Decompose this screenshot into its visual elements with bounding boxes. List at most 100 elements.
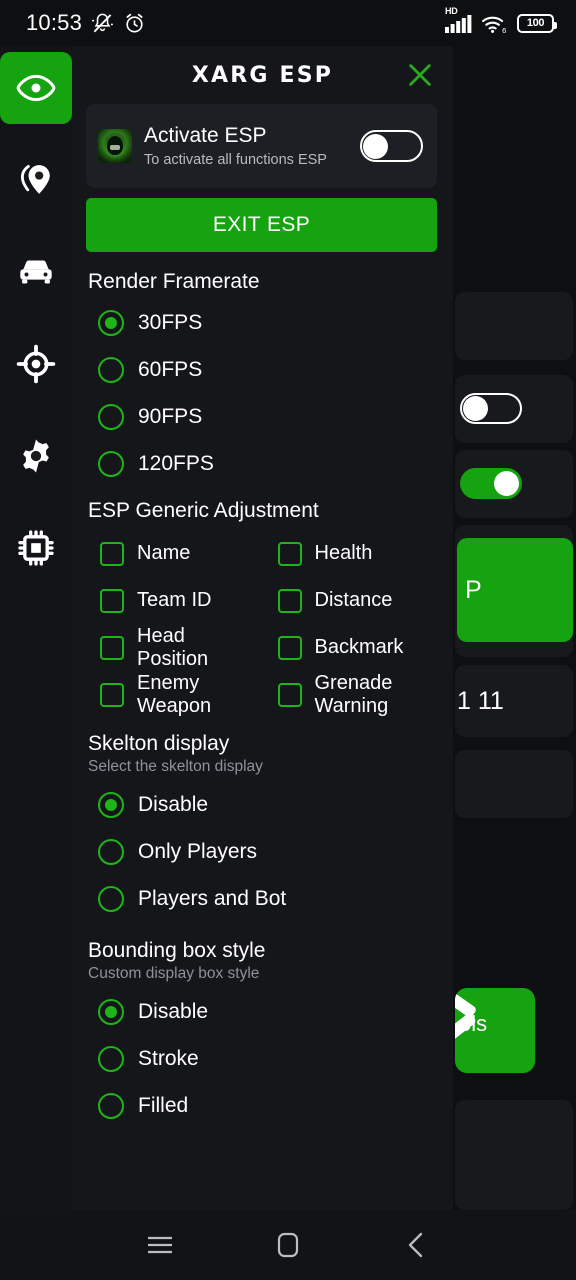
radio-label: Disable — [138, 792, 209, 816]
nav-home-button[interactable] — [224, 1210, 352, 1280]
alarm-clock-icon — [126, 13, 143, 33]
radio-option-skelton-only-players[interactable]: Only Players — [88, 828, 437, 875]
checkbox-icon — [277, 635, 302, 660]
cellular-signal-icon: HD — [445, 6, 472, 33]
radio-option-90fps[interactable]: 90FPS — [88, 393, 437, 440]
radio-option-60fps[interactable]: 60FPS — [88, 346, 437, 393]
checkbox-icon — [100, 635, 124, 660]
bg-green-button[interactable]: P — [457, 538, 573, 642]
checkbox-option-head-position[interactable]: Head Position — [88, 624, 260, 671]
radio-option-box-stroke[interactable]: Stroke — [88, 1035, 437, 1082]
checkbox-option-enemy-weapon[interactable]: Enemy Weapon — [88, 671, 260, 718]
crosshair-icon — [16, 344, 56, 384]
radio-option-box-disable[interactable]: Disable — [88, 988, 437, 1035]
radio-label: Only Players — [138, 839, 258, 863]
checkbox-option-team-id[interactable]: Team ID — [88, 577, 260, 624]
bg-toggle-on[interactable] — [460, 468, 522, 499]
checkbox-label: Name — [137, 542, 191, 564]
sidebar-item-system[interactable] — [0, 512, 72, 584]
close-button[interactable] — [403, 58, 437, 92]
radio-label: Filled — [138, 1093, 189, 1117]
game-app-icon — [98, 129, 132, 163]
esp-overlay-panel: XARG ESP Activate ESP To activate all fu… — [72, 46, 453, 1210]
nav-back-button[interactable] — [352, 1210, 480, 1280]
close-icon — [409, 64, 431, 86]
panel-body: Activate ESP To activate all functions E… — [72, 104, 453, 1129]
bg-card-6 — [455, 750, 573, 818]
bg-tools-button[interactable]: ols — [455, 988, 535, 1073]
radio-icon — [98, 885, 124, 912]
radio-option-skelton-players-and-bot[interactable]: Players and Bot — [88, 875, 437, 922]
radio-label: Players and Bot — [138, 886, 287, 910]
signal-bars-icon — [445, 14, 472, 33]
checkbox-label: Distance — [314, 589, 393, 611]
page-title: XARG ESP — [191, 62, 334, 88]
radio-icon — [98, 998, 124, 1025]
activate-esp-card[interactable]: Activate ESP To activate all functions E… — [86, 104, 437, 188]
phone-screen: P 1 11 ols 10:53 HD 6 100 XARG ESP Activ… — [0, 0, 576, 1280]
checkbox-label: Backmark — [314, 636, 404, 658]
section-subtitle: Select the skelton display — [88, 758, 263, 775]
activate-esp-subtitle: To activate all functions ESP — [144, 151, 327, 168]
checkbox-option-grenade-warning[interactable]: Grenade Warning — [266, 671, 438, 718]
sidebar-item-aim[interactable] — [0, 328, 72, 400]
wifi-6-icon: 6 — [481, 16, 506, 34]
radio-option-30fps[interactable]: 30FPS — [88, 299, 437, 346]
checkbox-icon — [277, 588, 302, 613]
checkbox-grid: Name Health Team ID Distance Head Positi… — [88, 530, 437, 718]
radio-group-skelton-display: Disable Only Players Players and Bot — [88, 781, 437, 922]
sidebar-item-location[interactable] — [0, 144, 72, 216]
car-icon — [20, 260, 52, 284]
radio-option-120fps[interactable]: 120FPS — [88, 440, 437, 487]
checkbox-label: Team ID — [137, 589, 212, 611]
radio-group-bounding-box-style: Disable Stroke Filled — [88, 988, 437, 1129]
radio-icon — [98, 450, 124, 477]
section-title: Render Framerate — [88, 270, 260, 293]
checkbox-label: Head Position — [137, 624, 209, 670]
panel-header: XARG ESP — [72, 46, 453, 104]
exit-esp-button[interactable]: EXIT ESP — [86, 198, 437, 252]
sidebar-item-settings[interactable] — [0, 420, 72, 492]
recents-icon — [148, 1236, 172, 1254]
mute-bell-icon — [92, 13, 113, 32]
checkbox-icon — [100, 682, 124, 707]
radio-group-render-framerate: 30FPS 60FPS 90FPS 120FPS — [88, 299, 437, 487]
status-time: 10:53 — [26, 10, 83, 35]
bg-row-text: 1 11 — [457, 687, 504, 715]
checkbox-option-distance[interactable]: Distance — [266, 577, 438, 624]
bg-card-3 — [455, 450, 573, 518]
checkbox-icon — [277, 682, 302, 707]
sidebar-item-vehicle[interactable] — [0, 236, 72, 308]
checkbox-label: Grenade Warning — [314, 671, 393, 717]
hd-label: HD — [445, 5, 458, 16]
status-bar: 10:53 HD 6 100 — [0, 0, 576, 46]
checkbox-icon — [277, 541, 302, 566]
bg-card-7 — [455, 1100, 573, 1210]
radio-label: 120FPS — [138, 451, 214, 475]
system-nav-bar — [0, 1210, 576, 1280]
radio-option-box-filled[interactable]: Filled — [88, 1082, 437, 1129]
radio-icon — [98, 403, 124, 430]
nav-recents-button[interactable] — [96, 1210, 224, 1280]
radio-label: Stroke — [138, 1046, 199, 1070]
battery-level: 100 — [526, 17, 545, 29]
bg-card-1 — [455, 292, 573, 360]
radio-label: Disable — [138, 999, 209, 1023]
checkbox-option-name[interactable]: Name — [88, 530, 260, 577]
home-icon — [277, 1232, 299, 1258]
activate-esp-toggle[interactable] — [360, 130, 423, 162]
location-pin-icon — [20, 164, 50, 194]
radio-icon — [98, 791, 124, 818]
section-title: ESP Generic Adjustment — [88, 499, 319, 522]
bg-tools-label: ols — [459, 1011, 488, 1036]
sidebar-item-esp[interactable] — [0, 52, 72, 124]
section-title: Bounding box style — [88, 939, 266, 962]
bg-toggle-off[interactable] — [460, 393, 522, 424]
radio-label: 60FPS — [138, 357, 203, 381]
cpu-chip-icon — [18, 530, 54, 566]
activate-esp-texts: Activate ESP To activate all functions E… — [144, 123, 348, 170]
radio-option-skelton-disable[interactable]: Disable — [88, 781, 437, 828]
activate-esp-title: Activate ESP — [144, 123, 267, 147]
checkbox-option-backmark[interactable]: Backmark — [266, 624, 438, 671]
checkbox-option-health[interactable]: Health — [266, 530, 438, 577]
